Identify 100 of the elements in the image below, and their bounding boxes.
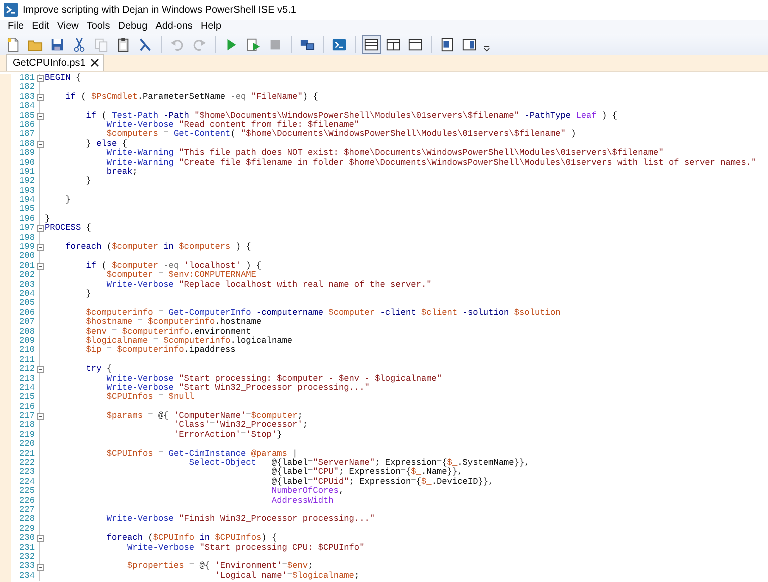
line-number: 219 <box>18 430 35 440</box>
line-number: 222 <box>18 459 35 468</box>
menu-item[interactable]: Debug <box>114 20 152 34</box>
menu-item[interactable]: Add-ons <box>152 20 197 34</box>
code-line: if ( $computer -eq 'localhost' ) { <box>85 262 262 271</box>
line-number: 233 <box>18 562 35 572</box>
code-line: if ( Test-Path -Path "$home\Documents\WindowsPowerShell\Modules\01servers\$filename" -PathType Leaf ) { <box>85 112 618 121</box>
menu-item[interactable]: Tools <box>82 20 114 34</box>
terminal-icon <box>332 36 347 52</box>
scissors-icon <box>72 36 87 52</box>
line-number: 205 <box>18 299 35 309</box>
code-line: if ( $PsCmdlet.ParameterSetName -eq "FileName") { <box>64 92 318 102</box>
collapse-icon[interactable] <box>36 244 44 252</box>
collapse-icon[interactable] <box>36 140 44 148</box>
code-line: Write-Verbose "Replace localhost with real name of the server." <box>106 280 432 290</box>
code-line: $computers = Get-Content( "$home\Documents\WindowsPowerShell\Modules\01servers\$filename" ) <box>106 130 576 140</box>
line-number: 194 <box>18 196 35 206</box>
line-number: 224 <box>18 478 35 487</box>
collapse-icon[interactable] <box>36 94 44 101</box>
code-line: @{label="CPU"; Expression={$_.Name}}, <box>270 468 463 478</box>
page-icon <box>6 36 21 52</box>
line-number: 198 <box>18 234 35 243</box>
line-number: 213 <box>18 374 35 384</box>
code-line: $env = $computerinfo.environment <box>85 328 252 337</box>
code-line: 'Class'='Win32_Processor'; <box>172 421 308 430</box>
line-number: 195 <box>18 205 35 215</box>
code-line: $computer = $env:COMPUTERNAME <box>106 271 256 280</box>
code-line: foreach ($computer in $computers ) { <box>64 243 252 252</box>
collapse-icon[interactable] <box>36 564 44 570</box>
line-number: 212 <box>18 365 35 374</box>
line-number: 210 <box>18 346 35 356</box>
code-line: PROCESS { <box>45 224 92 234</box>
close-icon[interactable] <box>90 59 99 67</box>
code-line: } <box>45 214 50 224</box>
code-line: Write-Verbose "Start Win32_Processor processing..." <box>106 384 370 393</box>
line-number: 217 <box>18 412 35 422</box>
clipboard-icon <box>116 36 131 52</box>
line-number: 211 <box>18 356 35 365</box>
split-vertical-icon <box>386 36 401 52</box>
line-number: 226 <box>18 496 35 506</box>
window-icon <box>408 36 423 52</box>
collapse-icon[interactable] <box>36 535 44 542</box>
line-number: 208 <box>18 328 35 337</box>
side-panel-icon <box>462 36 477 52</box>
code-line: try { <box>85 365 112 374</box>
line-number: 216 <box>18 402 35 412</box>
copy-icon <box>94 36 109 52</box>
code-line: $hostname = $computerinfo.hostname <box>85 318 262 328</box>
code-line: Select-Object @{label="ServerName"; Expression={$_.SystemName}}, <box>188 459 530 468</box>
file-tab[interactable]: GetCPUInfo.ps1 <box>6 54 104 71</box>
line-number: 186 <box>18 120 35 130</box>
code-line: @{label="CPUid"; Expression={$_.DeviceID}}, <box>270 478 494 487</box>
collapse-icon[interactable] <box>36 366 44 374</box>
line-number: 183 <box>18 92 35 102</box>
script-pane-icon <box>440 36 455 52</box>
collapse-icon[interactable] <box>36 75 44 82</box>
code-line: 'ErrorAction'='Stop'} <box>172 430 282 440</box>
line-number: 197 <box>18 224 35 234</box>
code-line: $ip = $computerinfo.ipaddress <box>85 346 236 356</box>
line-number: 203 <box>18 280 35 290</box>
code-line: Write-Verbose "Start processing: $computer - $env - $logicalname" <box>106 374 442 384</box>
code-line: foreach ($CPUInfo in $CPUInfos) { <box>106 534 278 544</box>
code-line: } <box>85 290 92 300</box>
split-horizontal-icon <box>364 36 379 52</box>
menu-item[interactable]: View <box>53 20 83 34</box>
menu-item[interactable]: File <box>4 20 28 34</box>
line-number: 223 <box>18 468 35 478</box>
menu-item[interactable]: Help <box>196 20 226 34</box>
code-line: } <box>64 196 71 206</box>
code-line: Write-Verbose "Read content from file: $filename" <box>106 120 360 130</box>
menu-item[interactable]: Edit <box>28 20 54 34</box>
line-number: 196 <box>18 214 35 224</box>
collapse-icon[interactable] <box>36 263 44 270</box>
code-line: Write-Warning "This file path does NOT exist: $home\Documents\WindowsPowerShell\Modules\01servers\$filename" <box>106 149 664 158</box>
code-line: $params = @{ 'ComputerName'=$computer; <box>106 412 303 422</box>
line-number: 204 <box>18 290 35 299</box>
line-number: 184 <box>18 102 35 112</box>
code-line: 'Logical name'=$logicalname; <box>214 572 360 582</box>
line-number: 225 <box>18 487 35 497</box>
line-number: 232 <box>18 552 35 562</box>
code-line: $computerinfo = Get-ComputerInfo -computername $computer -client $client -solution $solution <box>85 308 561 318</box>
collapse-icon[interactable] <box>36 225 44 232</box>
code-line: $logicalname = $computerinfo.logicalname <box>85 336 293 346</box>
collapse-icon[interactable] <box>36 112 44 120</box>
line-number: 181 <box>18 74 35 83</box>
line-number: 229 <box>18 524 35 534</box>
code-line: $CPUInfos = Get-CimInstance @params | <box>106 450 298 459</box>
line-number: 207 <box>18 318 35 328</box>
line-number: 188 <box>18 140 35 149</box>
page-play-icon <box>246 36 261 52</box>
line-number: 202 <box>18 271 35 281</box>
app-icon <box>4 3 18 17</box>
code-line: NumberOfCores, <box>270 487 344 496</box>
code-line: Write-Verbose "Start processing CPU: $CPUInfo" <box>126 544 365 553</box>
line-number: 227 <box>18 506 35 515</box>
toolbar-button[interactable] <box>362 35 381 54</box>
code-line: } else { <box>85 140 128 149</box>
line-number: 193 <box>18 186 35 196</box>
code-line: $CPUInfos = $null <box>106 393 195 403</box>
collapse-icon[interactable] <box>36 413 44 420</box>
